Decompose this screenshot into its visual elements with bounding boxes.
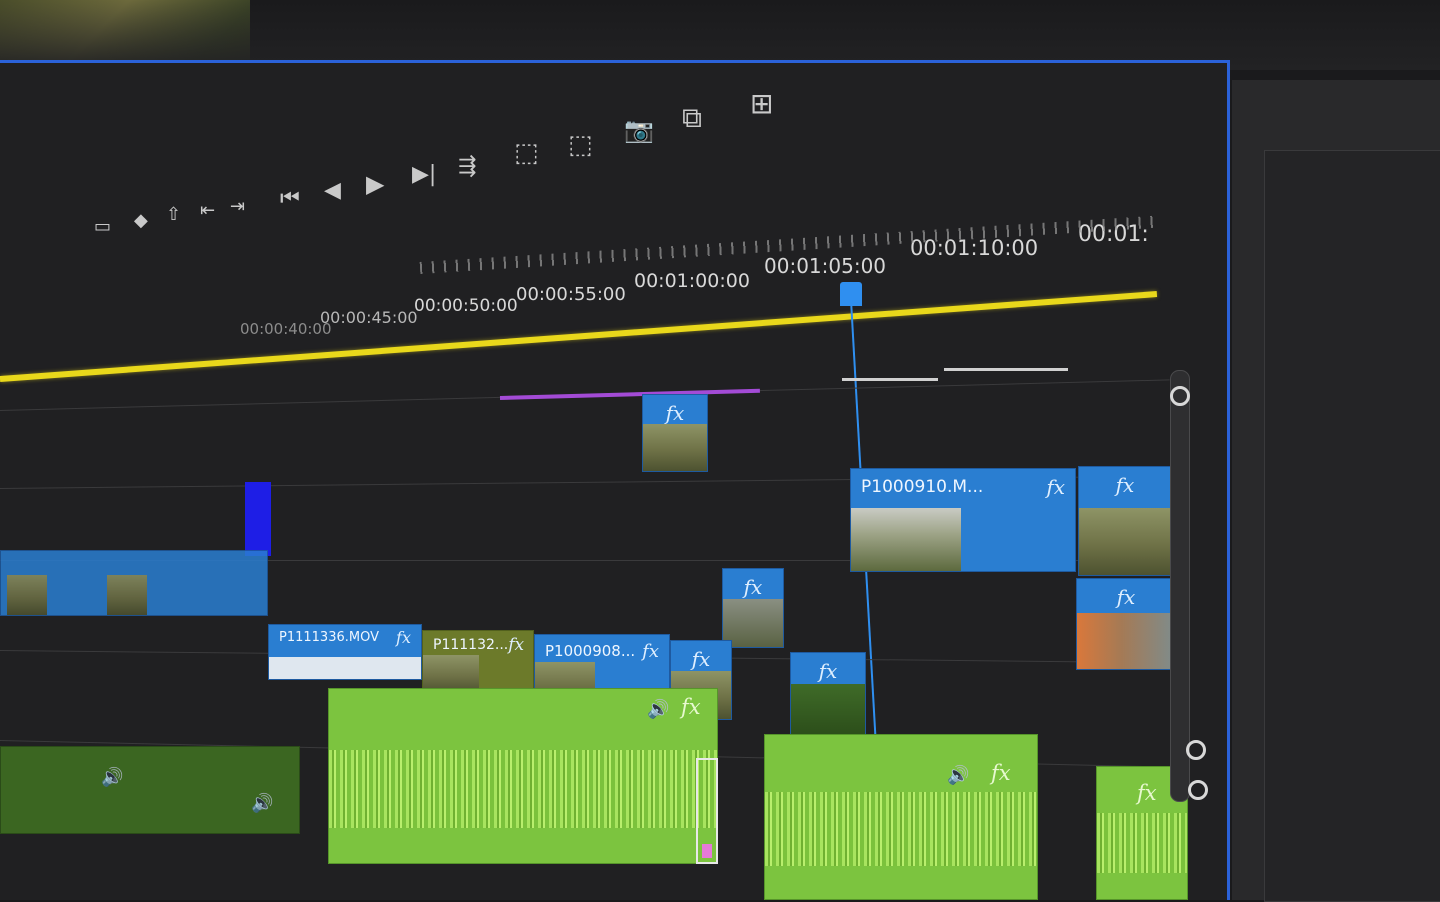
clip-thumbnail <box>851 507 961 571</box>
fx-badge[interactable]: fx <box>1116 473 1135 497</box>
clip-name: P1000908... <box>545 642 636 660</box>
speaker-icon: 🔊 <box>947 765 970 786</box>
speaker-icon: 🔊 <box>101 767 124 788</box>
go-to-out-button[interactable]: ⇥ <box>230 198 245 216</box>
fx-badge[interactable]: fx <box>692 647 711 671</box>
lift-segment-button[interactable]: ⬚ <box>514 140 539 166</box>
transport-toolbar: ▭ ◆ ⇧ ⇤ ⇥ ⏮ ◀ ▶ ▶| ⇶ ⬚ ⬚ 📷 ⧉ ⊞ <box>90 90 810 236</box>
clip-thumbnail <box>723 598 783 647</box>
keyframe-marker[interactable] <box>702 844 712 858</box>
comparison-view-button[interactable]: ⧉ <box>682 104 702 132</box>
video-clip[interactable]: P1000910.M... fx <box>850 468 1076 572</box>
clip-name: P111132... <box>433 637 509 653</box>
audio-clip[interactable]: 🔊 fx <box>764 734 1038 900</box>
lift-button[interactable]: ⇧ <box>166 206 181 224</box>
audio-waveform <box>329 749 717 829</box>
clip-header: P1111336.MOV fx <box>269 625 421 649</box>
video-clip[interactable]: fx <box>790 652 866 736</box>
video-clip[interactable] <box>0 550 268 616</box>
step-forward-button[interactable]: ▶| <box>412 164 436 186</box>
video-clip[interactable]: fx <box>1078 466 1172 576</box>
timecode-label: 00:00:55:00 <box>516 284 626 305</box>
side-panel <box>1232 80 1440 902</box>
video-clip[interactable]: fx <box>1076 578 1176 670</box>
clip-name: P1000910.M... <box>861 477 984 497</box>
side-panel-tab[interactable] <box>1392 130 1440 151</box>
go-to-in-button[interactable]: ⇤ <box>200 202 215 220</box>
video-clip[interactable]: P111132... fx <box>422 630 534 694</box>
fx-badge[interactable]: fx <box>1117 585 1136 609</box>
clip-thumbnail <box>643 423 707 471</box>
timecode-label: 00:00:50:00 <box>414 296 518 316</box>
audio-waveform <box>765 792 1037 867</box>
go-to-next-edit-button[interactable]: ⇶ <box>458 156 476 178</box>
fx-badge[interactable]: fx <box>819 659 838 683</box>
fx-badge[interactable]: fx <box>642 641 659 662</box>
render-bar-white <box>842 378 938 381</box>
fx-badge[interactable]: fx <box>1137 781 1157 805</box>
audio-clip[interactable]: 🔊 fx <box>328 688 718 864</box>
audio-scroll-handle[interactable] <box>1188 780 1208 800</box>
step-back-button[interactable]: ⏮ <box>280 188 300 210</box>
scroll-handle-top[interactable] <box>1170 386 1190 406</box>
in-point-marker[interactable] <box>245 482 271 556</box>
timecode-label: 00:00:40:00 <box>240 320 332 338</box>
render-bar-white <box>944 368 1068 371</box>
fx-badge[interactable]: fx <box>1046 475 1065 499</box>
clip-header: fx <box>1077 579 1175 615</box>
clip-thumbnail <box>107 575 147 615</box>
vertical-scrollbar[interactable] <box>1170 370 1190 802</box>
audio-selection-handle[interactable] <box>696 758 718 864</box>
export-frame-button[interactable]: 📷 <box>624 118 654 142</box>
clip-thumbnail <box>7 575 47 615</box>
audio-clip[interactable]: 🔊 🔊 <box>0 746 300 834</box>
audio-waveform <box>1097 813 1187 873</box>
clip-thumbnail <box>1079 508 1171 575</box>
play-button[interactable]: ▶ <box>366 172 384 196</box>
timecode-label: 00:01:05:00 <box>764 254 887 278</box>
fx-badge[interactable]: fx <box>681 695 701 719</box>
fx-badge[interactable]: fx <box>396 628 411 647</box>
side-panel-content <box>1264 150 1440 902</box>
fx-badge[interactable]: fx <box>508 635 524 655</box>
timecode-label: 00:00:45:00 <box>320 308 418 327</box>
scroll-handle-bottom[interactable] <box>1186 740 1206 760</box>
video-clip[interactable]: P1111336.MOV fx <box>268 624 422 680</box>
clip-thumbnail <box>269 657 421 679</box>
speaker-icon: 🔊 <box>251 793 274 814</box>
fx-badge[interactable]: fx <box>744 575 763 599</box>
video-clip[interactable]: fx <box>642 394 708 472</box>
clip-header: P1000910.M... fx <box>851 469 1075 505</box>
speaker-icon: 🔊 <box>647 699 670 720</box>
clip-thumbnail <box>1077 613 1175 669</box>
fx-badge[interactable]: fx <box>666 401 685 425</box>
button-editor-button[interactable]: ⊞ <box>750 90 773 118</box>
timecode-label: 00:01:00:00 <box>634 270 750 292</box>
clip-name: P1111336.MOV <box>279 629 379 645</box>
fx-badge[interactable]: fx <box>991 761 1011 785</box>
step-back-frame-button[interactable]: ◀ <box>324 180 341 202</box>
video-clip[interactable]: fx <box>722 568 784 648</box>
clip-thumbnail <box>791 684 865 735</box>
clip-header: fx <box>1079 467 1171 503</box>
extract-button[interactable]: ⬚ <box>568 132 593 158</box>
